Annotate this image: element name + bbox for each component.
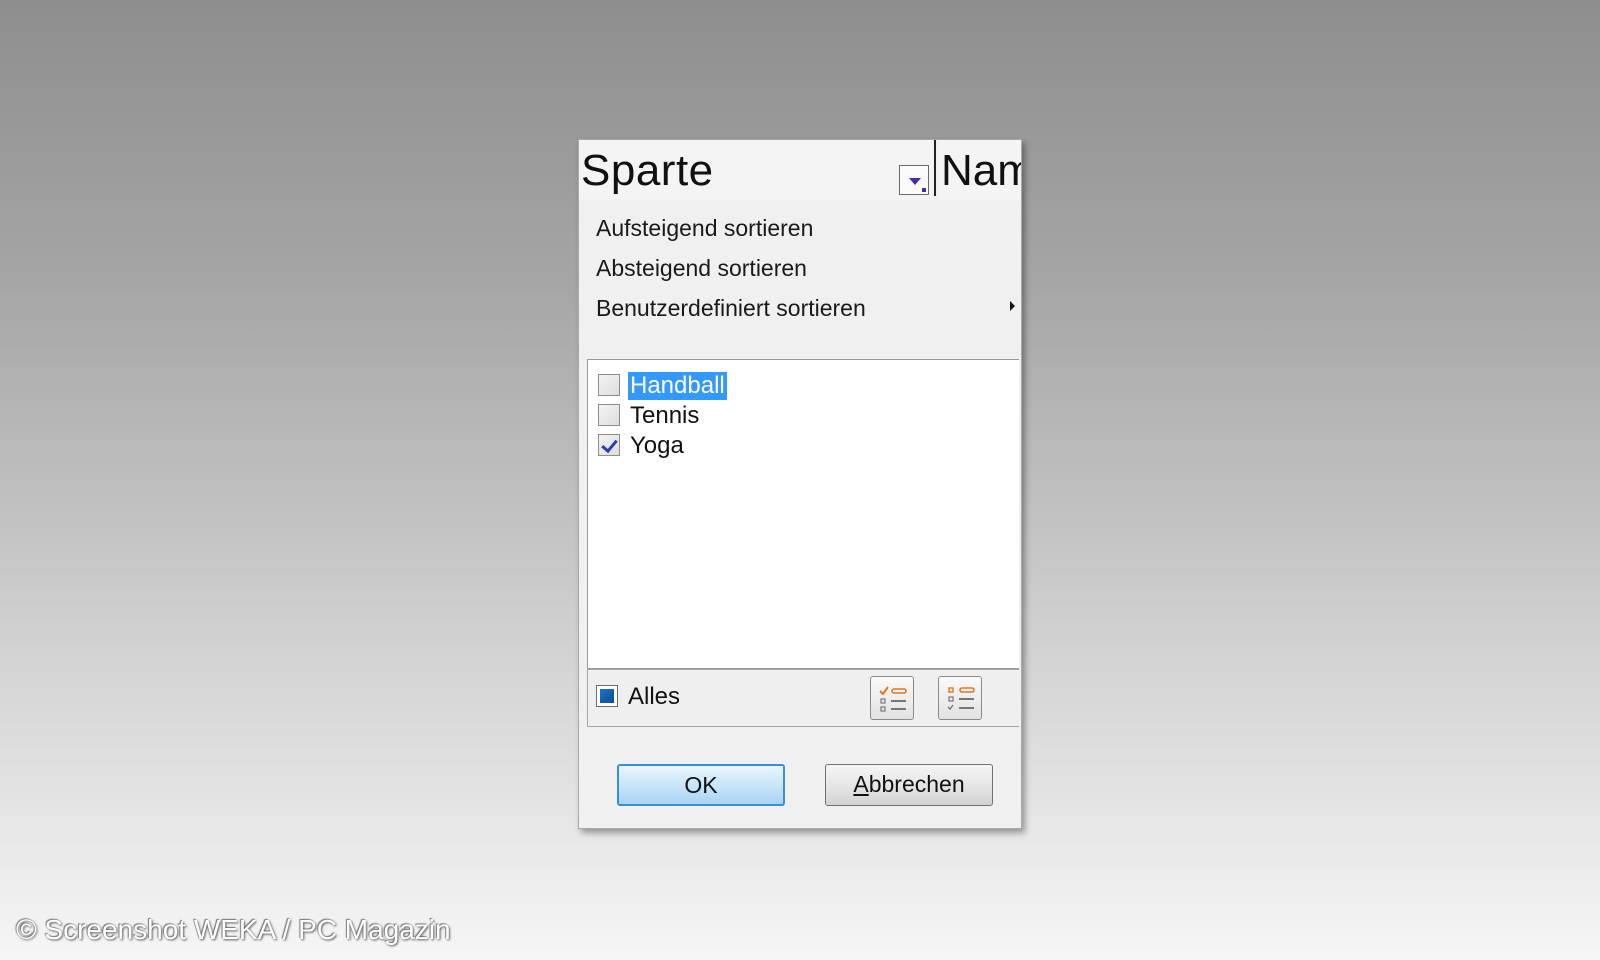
menu-sort-ascending[interactable]: Aufsteigend sortieren [596, 215, 813, 242]
deselect-all-list-icon [947, 687, 975, 711]
select-all-checkbox[interactable] [596, 685, 618, 707]
filter-value-list[interactable]: Handball Tennis Yoga [587, 359, 1019, 669]
column-header-title: Sparte [581, 146, 714, 195]
select-all-label: Alles [628, 683, 681, 710]
autofilter-button[interactable] [899, 165, 929, 195]
filter-toolbar: Alles [587, 669, 1019, 727]
yoga-checkbox[interactable] [598, 434, 620, 456]
list-item-label: Yoga [630, 432, 684, 459]
autofilter-dropdown-panel: Sparte Nam Aufsteigend sortieren Absteig… [578, 139, 1022, 829]
menu-sort-descending[interactable]: Absteigend sortieren [596, 255, 807, 282]
cancel-mnemonic: A [853, 771, 869, 797]
cancel-button[interactable]: Abbrechen [825, 764, 993, 806]
submenu-arrow-icon [1010, 301, 1015, 311]
deselect-all-button[interactable] [938, 676, 982, 720]
dropdown-arrow-icon [909, 178, 921, 185]
ok-button[interactable]: OK [617, 764, 785, 806]
filter-active-indicator [922, 188, 926, 192]
copyright-watermark: © Screenshot WEKA / PC Magazin [16, 914, 451, 945]
cancel-label-rest: bbrechen [868, 771, 965, 797]
list-item-label: Tennis [630, 402, 700, 429]
next-column-title: Nam [941, 146, 1021, 195]
select-all-button[interactable] [870, 676, 914, 720]
menu-sort-custom[interactable]: Benutzerdefiniert sortieren [596, 295, 866, 322]
select-all-list-icon [879, 686, 907, 712]
tennis-checkbox[interactable] [598, 404, 620, 426]
list-item-label: Handball [628, 372, 727, 400]
next-column-header: Nam [939, 140, 1021, 200]
handball-checkbox[interactable] [598, 374, 620, 396]
column-separator [934, 140, 936, 196]
column-header-cell: Sparte [579, 140, 933, 200]
